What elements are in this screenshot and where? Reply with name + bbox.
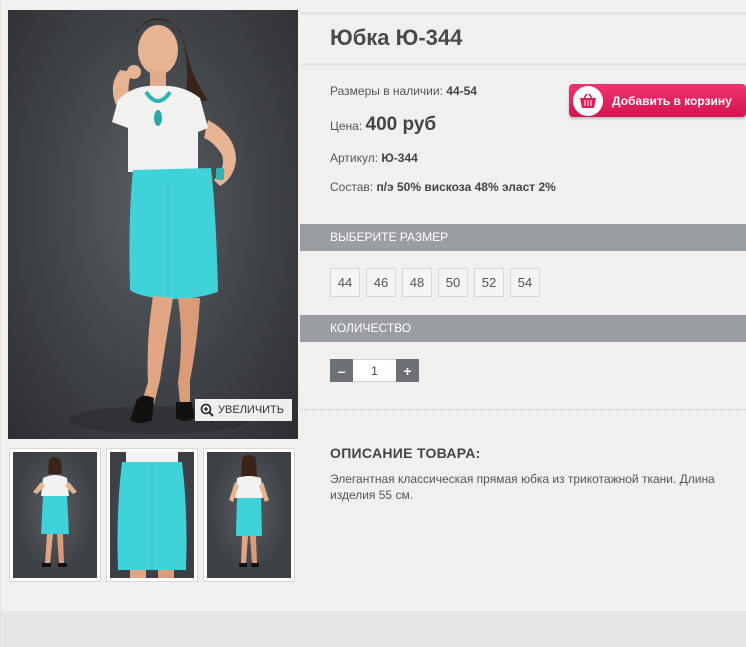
size-option-50[interactable]: 50 xyxy=(438,268,468,297)
description-text: Элегантная классическая прямая юбка из т… xyxy=(330,472,715,502)
composition: Состав: п/э 50% вискоза 48% эласт 2% xyxy=(330,180,560,194)
price-label: Цена: xyxy=(330,119,363,133)
thumbnail-model-front[interactable] xyxy=(9,448,101,582)
thumbnail-skirt-closeup-image xyxy=(117,452,187,578)
basket-icon xyxy=(573,85,603,116)
zoom-label: УВЕЛИЧИТЬ xyxy=(218,404,284,416)
article-label: Артикул: xyxy=(330,151,379,165)
article-value: Ю-344 xyxy=(381,151,418,165)
size-option-48[interactable]: 48 xyxy=(402,268,432,297)
add-to-cart-label: Добавить в корзину xyxy=(612,93,732,108)
quantity-increase-button[interactable]: + xyxy=(396,359,419,382)
footer-band xyxy=(1,611,746,647)
product-title: Юбка Ю-344 xyxy=(330,25,463,50)
thumbnail-model-back[interactable] xyxy=(203,448,295,582)
title-bar: Юбка Ю-344 xyxy=(300,12,746,66)
available-sizes: Размеры в наличии: 44-54 xyxy=(330,84,477,98)
size-option-54[interactable]: 54 xyxy=(510,268,540,297)
magnifier-plus-icon xyxy=(200,403,214,417)
quantity-decrease-button[interactable]: – xyxy=(330,359,353,382)
thumbnail-skirt-closeup[interactable] xyxy=(106,448,198,582)
sizes-value: 44-54 xyxy=(446,84,477,98)
sizes-label: Размеры в наличии: xyxy=(330,84,443,98)
description-title: ОПИСАНИЕ ТОВАРА: xyxy=(330,445,481,461)
divider xyxy=(300,409,746,410)
zoom-button[interactable]: УВЕЛИЧИТЬ xyxy=(195,399,292,421)
size-options: 44 46 48 50 52 54 xyxy=(330,268,540,297)
quantity-section-header: КОЛИЧЕСТВО xyxy=(300,315,746,342)
size-option-46[interactable]: 46 xyxy=(366,268,396,297)
product-page: УВЕЛИЧИТЬ Юбка Ю-344 Размеры в наличии: … xyxy=(0,0,746,647)
quantity-stepper: – + xyxy=(330,359,419,382)
quantity-input[interactable] xyxy=(353,359,396,382)
model-illustration xyxy=(68,18,248,434)
composition-label: Состав: xyxy=(330,180,374,194)
thumbnail-model-back-image xyxy=(229,455,269,567)
main-product-photo[interactable]: УВЕЛИЧИТЬ xyxy=(8,10,298,439)
size-section-header: ВЫБЕРИТЕ РАЗМЕР xyxy=(300,224,746,251)
size-option-52[interactable]: 52 xyxy=(474,268,504,297)
price: Цена: 400 руб xyxy=(330,114,436,136)
size-option-44[interactable]: 44 xyxy=(330,268,360,297)
price-value: 400 руб xyxy=(365,114,437,135)
add-to-cart-button[interactable]: Добавить в корзину xyxy=(569,84,746,117)
article: Артикул: Ю-344 xyxy=(330,151,418,165)
thumbnail-model-front-image xyxy=(33,457,77,567)
composition-value: п/э 50% вискоза 48% эласт 2% xyxy=(376,180,556,194)
